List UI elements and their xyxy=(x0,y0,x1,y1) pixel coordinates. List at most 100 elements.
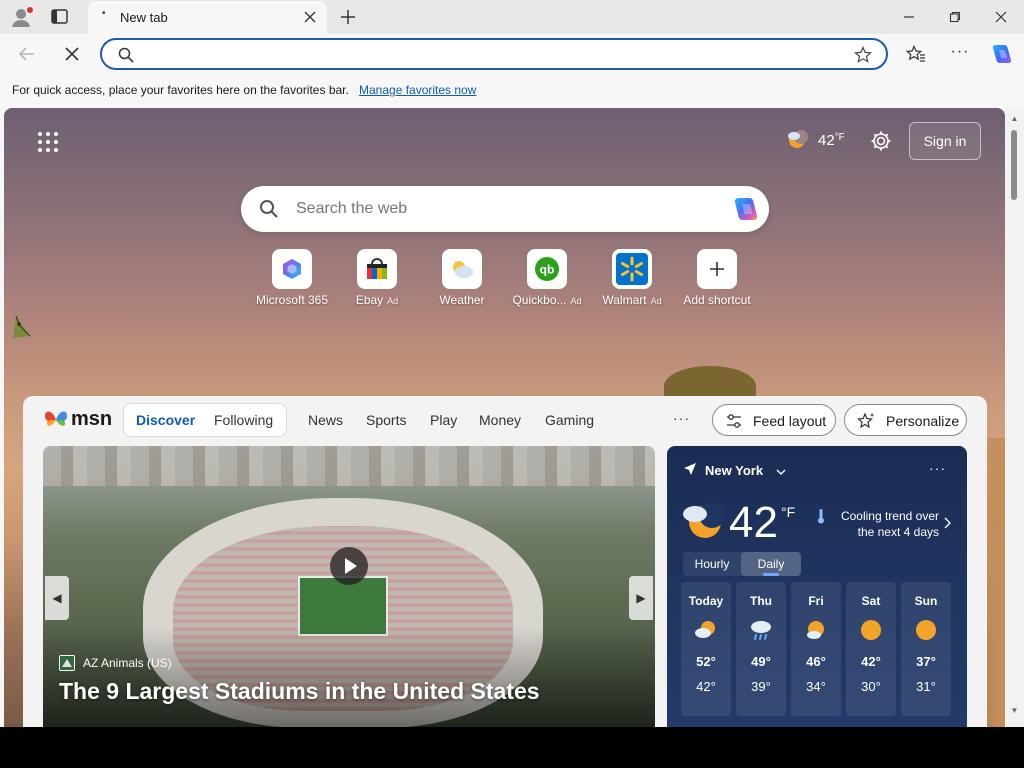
add-favorite-star-icon[interactable] xyxy=(854,46,872,64)
forecast-toggle: Hourly Daily xyxy=(683,552,801,576)
more-categories-icon[interactable]: ··· xyxy=(673,410,690,426)
shortcut-ebay[interactable]: Ebay Ad xyxy=(337,249,417,307)
article-headline[interactable]: The 9 Largest Stadiums in the United Sta… xyxy=(59,678,540,705)
msn-butterfly-icon xyxy=(45,411,67,426)
carousel-next-icon[interactable]: ▶ xyxy=(629,576,653,620)
tab-daily[interactable]: Daily xyxy=(741,552,801,576)
svg-text:qb: qb xyxy=(540,263,555,277)
tab-discover[interactable]: Discover xyxy=(136,412,195,428)
walmart-icon xyxy=(612,249,652,289)
shortcut-microsoft-365[interactable]: Microsoft 365 xyxy=(252,249,332,307)
forecast-day[interactable]: Fri 46° 34° xyxy=(791,582,841,716)
sunny-icon xyxy=(914,618,938,642)
scroll-down-icon[interactable]: ▼ xyxy=(1010,706,1019,715)
feed-tabs: Discover Following xyxy=(123,403,287,437)
tab-favicon: • xyxy=(102,8,106,19)
tab-actions-icon[interactable] xyxy=(50,8,70,26)
weather-card[interactable]: New York ··· 42 °F Cooling trend over the… xyxy=(667,446,967,727)
chevron-down-icon[interactable] xyxy=(775,465,787,477)
weather-widget[interactable]: 42°F xyxy=(784,126,854,154)
category-money[interactable]: Money xyxy=(479,412,521,428)
copilot-icon[interactable] xyxy=(731,194,761,224)
manage-favorites-link[interactable]: Manage favorites now xyxy=(359,83,476,97)
sunny-icon xyxy=(859,618,883,642)
favorites-icon[interactable] xyxy=(905,45,926,63)
forecast-day[interactable]: Thu 49° 39° xyxy=(736,582,786,716)
copilot-icon[interactable] xyxy=(990,42,1014,66)
address-bar[interactable] xyxy=(100,38,888,70)
app-launcher-icon[interactable] xyxy=(38,132,58,152)
daily-forecast: Today 52° 42° Thu 49° 39° Fri 46° 34° Sa… xyxy=(681,582,957,716)
tab-title: New tab xyxy=(120,10,168,25)
chevron-right-icon[interactable] xyxy=(943,516,951,529)
personalize-button[interactable]: Personalize xyxy=(844,404,967,436)
category-play[interactable]: Play xyxy=(430,412,457,428)
sign-in-button[interactable]: Sign in xyxy=(909,122,981,160)
search-icon xyxy=(118,47,134,63)
weather-temp: 42°F xyxy=(818,132,845,149)
carousel-prev-icon[interactable]: ◀ xyxy=(45,576,69,620)
weather-more-icon[interactable]: ··· xyxy=(929,460,946,476)
shortcut-label: Quickbo... xyxy=(512,293,567,307)
stop-loading-icon[interactable] xyxy=(62,44,82,64)
toolbar: ··· xyxy=(0,34,1024,74)
page-scrollbar[interactable]: ▲ ▼ xyxy=(1005,108,1024,727)
quickbooks-icon: qb xyxy=(527,249,567,289)
msn-logo[interactable]: msn xyxy=(43,406,113,432)
ad-badge: Ad xyxy=(387,296,399,306)
weather-trend[interactable]: Cooling trend over the next 4 days xyxy=(827,508,939,540)
shortcut-label: Walmart xyxy=(602,293,647,307)
minimize-icon[interactable] xyxy=(900,8,918,26)
search-icon xyxy=(259,199,279,219)
play-video-icon[interactable] xyxy=(330,547,368,585)
current-temp: 42 xyxy=(729,498,778,547)
forecast-day[interactable]: Sun 37° 31° xyxy=(901,582,951,716)
partly-cloudy-night-icon xyxy=(681,498,725,542)
shortcut-quickbooks[interactable]: qb Quickbo... Ad xyxy=(507,249,587,307)
shortcut-label: Ebay xyxy=(355,293,384,307)
web-search-box[interactable]: Search the web xyxy=(241,186,769,232)
category-sports[interactable]: Sports xyxy=(366,412,406,428)
partly-sunny-icon xyxy=(694,618,718,642)
weather-location[interactable]: New York xyxy=(705,463,763,478)
category-news[interactable]: News xyxy=(308,412,343,428)
shortcut-add[interactable]: Add shortcut xyxy=(677,249,757,307)
feed-layout-button[interactable]: Feed layout xyxy=(712,404,836,436)
settings-more-icon[interactable]: ··· xyxy=(950,44,970,63)
category-gaming[interactable]: Gaming xyxy=(545,412,594,428)
tab-following[interactable]: Following xyxy=(214,412,273,428)
browser-window: • New tab ··· For quick access, place yo… xyxy=(0,0,1024,727)
forecast-day[interactable]: Sat 42° 30° xyxy=(846,582,896,716)
plus-icon xyxy=(697,249,737,289)
tab-new-tab[interactable]: • New tab xyxy=(88,1,327,34)
scroll-up-icon[interactable]: ▲ xyxy=(1010,114,1019,123)
personalize-label: Personalize xyxy=(886,413,960,429)
article-source: AZ Animals (US) xyxy=(83,656,172,670)
search-placeholder: Search the web xyxy=(296,200,408,217)
profile-icon[interactable] xyxy=(10,6,34,28)
location-arrow-icon xyxy=(683,462,697,476)
new-tab-icon[interactable] xyxy=(338,7,358,27)
tab-hourly[interactable]: Hourly xyxy=(683,552,741,576)
shortcut-label: Weather xyxy=(439,293,485,307)
rain-icon xyxy=(749,618,773,642)
partly-cloudy-night-icon xyxy=(786,128,808,150)
close-tab-icon[interactable] xyxy=(301,8,319,26)
forecast-day[interactable]: Today 52° 42° xyxy=(681,582,731,716)
ad-badge: Ad xyxy=(650,296,662,306)
shortcut-label: Microsoft 365 xyxy=(255,293,329,307)
shortcut-walmart[interactable]: Walmart Ad xyxy=(592,249,672,307)
close-window-icon[interactable] xyxy=(992,8,1010,26)
restore-icon[interactable] xyxy=(946,8,964,26)
hero-news-card[interactable]: ◀ ▶ AZ Animals (US) The 9 Largest Stadiu… xyxy=(43,446,655,727)
shortcut-weather[interactable]: Weather xyxy=(422,249,502,307)
back-arrow-icon[interactable] xyxy=(17,44,37,64)
new-tab-page: 42°F Sign in Search the web Microsoft 36… xyxy=(4,108,1005,727)
favorites-bar: For quick access, place your favorites h… xyxy=(0,74,1024,106)
partly-sunny-icon xyxy=(804,618,828,642)
page-settings-gear-icon[interactable] xyxy=(870,130,892,152)
hero-gradient xyxy=(43,626,655,727)
desktop-pet-icon xyxy=(10,312,32,340)
source-logo-icon xyxy=(59,655,75,671)
scrollbar-thumb[interactable] xyxy=(1011,130,1017,200)
